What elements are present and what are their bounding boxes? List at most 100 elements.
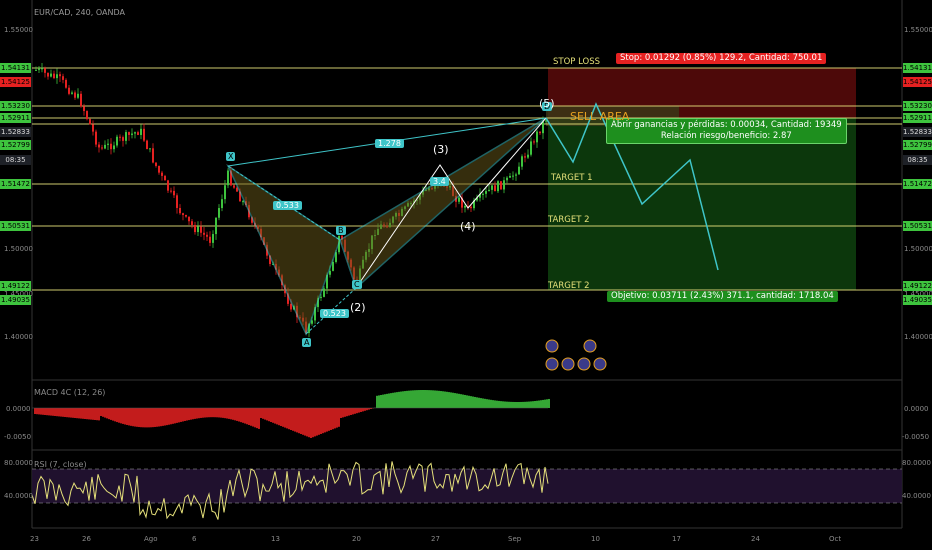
- macd-bar: [82, 408, 84, 419]
- macd-bar: [38, 408, 40, 415]
- macd-bar: [476, 397, 478, 408]
- macd-bar: [294, 408, 296, 432]
- macd-bar: [352, 408, 354, 415]
- macd-bar: [350, 408, 352, 415]
- left-badge-2: 1.53230: [0, 101, 31, 111]
- macd-bar: [302, 408, 304, 435]
- candle-body: [35, 69, 37, 71]
- macd-bar: [226, 408, 228, 419]
- macd-bar: [236, 408, 238, 421]
- macd-bar: [100, 408, 102, 416]
- candle-body: [116, 136, 118, 146]
- pattern-point-b: B: [336, 226, 346, 235]
- candle-body: [89, 119, 91, 125]
- macd-bar: [500, 401, 502, 408]
- macd-bar: [66, 408, 68, 418]
- macd-bar: [42, 408, 44, 415]
- candle-body: [518, 166, 520, 175]
- macd-bar: [96, 408, 98, 421]
- rsi-tick-1: 40.0000: [4, 492, 33, 500]
- candle-body: [95, 131, 97, 145]
- macd-bar: [54, 408, 56, 416]
- macd-bar: [318, 408, 320, 435]
- macd-bar: [156, 408, 158, 427]
- macd-bar: [442, 391, 444, 408]
- candle-body: [38, 68, 40, 70]
- stop-loss-info-box: Stop: 0.01292 (0.85%) 129.2, Cantidad: 7…: [616, 53, 827, 64]
- candle-body: [530, 141, 532, 155]
- candle-body: [527, 154, 529, 158]
- macd-bar: [292, 408, 294, 431]
- macd-bar: [46, 408, 48, 416]
- candle-body: [149, 148, 151, 150]
- macd-bar: [388, 393, 390, 408]
- macd-bar: [360, 408, 362, 412]
- macd-bar: [196, 408, 198, 419]
- macd-bar: [266, 408, 268, 421]
- left-badge-3: 1.52911: [0, 113, 31, 123]
- macd-bar: [174, 408, 176, 424]
- time-tick-8: 10: [591, 535, 600, 543]
- macd-bar: [214, 408, 216, 418]
- right-price-tick-0: 1.55000: [904, 26, 932, 34]
- candle-body: [164, 175, 166, 181]
- time-tick-2: Ago: [144, 535, 158, 543]
- macd-bar: [36, 408, 38, 415]
- macd-bar: [290, 408, 292, 430]
- macd-bar: [230, 408, 232, 420]
- macd-bar: [52, 408, 54, 416]
- macd-bar: [326, 408, 328, 432]
- candle-body: [500, 181, 502, 190]
- left-badge-9: 1.49122: [0, 281, 31, 291]
- candle-body: [176, 195, 178, 208]
- macd-bar: [338, 408, 340, 427]
- macd-bar: [86, 408, 88, 420]
- macd-bar: [202, 408, 204, 418]
- right-badge-4: 1.52833: [903, 127, 932, 137]
- macd-bar: [426, 390, 428, 408]
- candle-body: [224, 185, 226, 200]
- macd-bar: [254, 408, 256, 428]
- stop-loss-label: STOP LOSS: [553, 57, 601, 67]
- candle-body: [77, 93, 79, 98]
- right-badge-2: 1.53230: [903, 101, 932, 111]
- macd-bar: [436, 390, 438, 408]
- idea-icon-1: [583, 339, 597, 353]
- left-price-tick-3: 1.40000: [4, 333, 33, 341]
- macd-bar: [320, 408, 322, 434]
- candle-body: [86, 111, 88, 120]
- candle-body: [491, 185, 493, 190]
- macd-bar: [186, 408, 188, 421]
- macd-bar: [542, 399, 544, 408]
- macd-bar: [400, 391, 402, 408]
- candle-body: [107, 143, 109, 145]
- macd-bar: [516, 401, 518, 408]
- macd-bar: [494, 400, 496, 408]
- time-tick-0: 23: [30, 535, 39, 543]
- macd-bar: [524, 401, 526, 408]
- candle-body: [80, 93, 82, 107]
- macd-bar: [282, 408, 284, 427]
- macd-bar: [44, 408, 46, 415]
- macd-bar: [260, 408, 262, 418]
- candle-body: [44, 68, 46, 73]
- candle-body: [227, 170, 229, 186]
- candle-body: [155, 162, 157, 166]
- candle-body: [92, 124, 94, 132]
- candle-body: [101, 147, 103, 149]
- macd-bar: [194, 408, 196, 419]
- candle-body: [59, 74, 61, 77]
- macd-bar: [364, 408, 366, 411]
- macd-bar: [184, 408, 186, 421]
- macd-bar: [480, 398, 482, 408]
- candle-body: [158, 165, 160, 173]
- right-badge-9: 1.49122: [903, 281, 932, 291]
- left-badge-10: 1.49035: [0, 295, 31, 305]
- candle-body: [62, 76, 64, 80]
- macd-bar: [162, 408, 164, 426]
- candle-body: [212, 234, 214, 243]
- candle-body: [323, 288, 325, 297]
- candle-body: [458, 197, 460, 202]
- chart-canvas[interactable]: [0, 0, 932, 550]
- macd-bar: [58, 408, 60, 417]
